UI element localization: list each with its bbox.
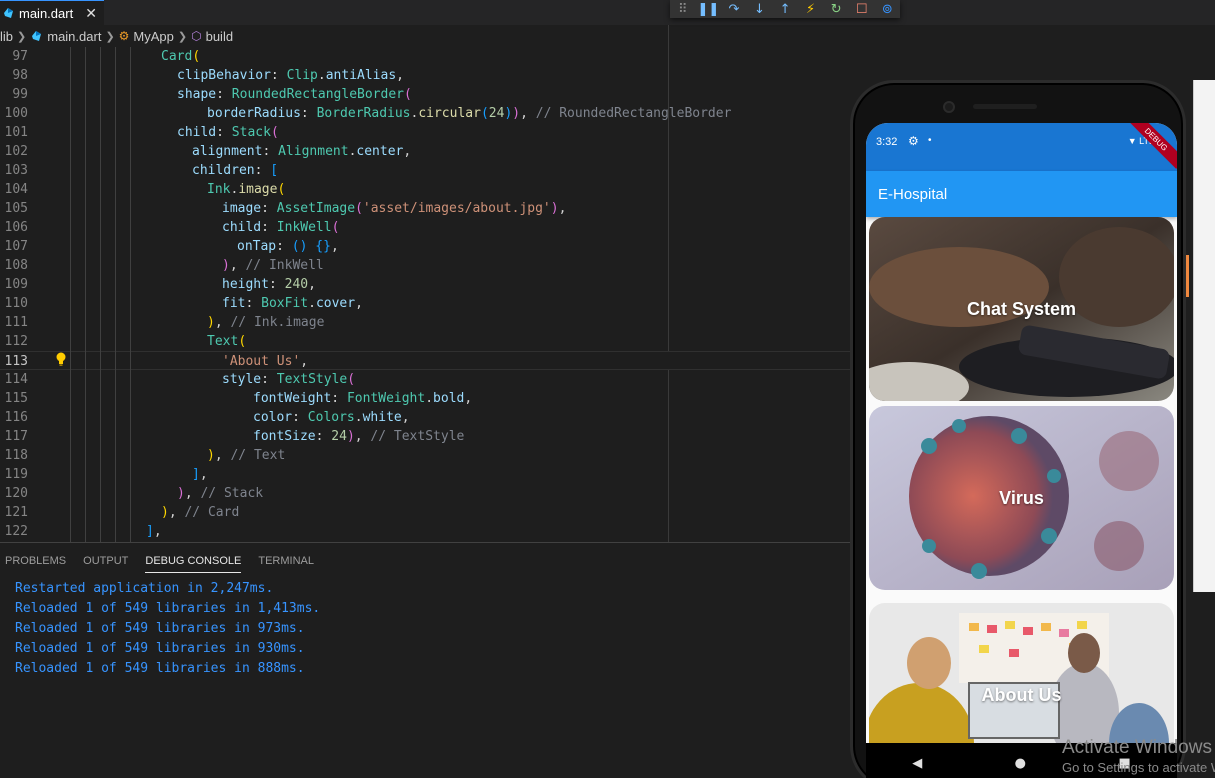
code-line: 110 fit: BoxFit.cover, [4,296,363,311]
indent-guide [130,47,131,542]
hot-reload-icon[interactable]: ⚡ [798,0,824,18]
console-line: Restarted application in 2,247ms. [15,581,274,596]
code-line: 117 fontSize: 24), // TextStyle [4,429,465,444]
card-virus[interactable]: Virus [869,406,1174,590]
stop-icon[interactable]: ☐ [849,0,875,18]
code-line: 108), // InkWell [4,258,324,273]
panel-tabs: PROBLEMS OUTPUT DEBUG CONSOLE TERMINAL [0,551,326,573]
android-emulator: 3:32 ⚙ • ▼ LTE DEBUG E-Hospital Chat Sys… [850,80,1190,778]
code-line: 99 shape: RoundedRectangleBorder( [12,87,412,102]
code-line: 103 children: [ [4,163,279,178]
breadcrumb: lib ❯ main.dart ❯ ⚙ MyApp ❯ ⬡ build [0,25,860,47]
code-line: 104 Ink.image( [4,182,286,197]
lightbulb-icon[interactable] [55,352,67,366]
indent-guide [85,47,86,542]
home-icon[interactable]: ● [1015,756,1026,771]
drag-handle-icon[interactable]: ⠿ [670,0,696,18]
method-icon: ⬡ [191,29,202,43]
tab-problems[interactable]: PROBLEMS [5,551,66,573]
indent-guide [115,47,116,542]
speaker-grille [973,104,1037,109]
editor-tab-bar: main.dart ✕ [0,0,1215,25]
tab-main-dart[interactable]: main.dart ✕ [0,0,104,25]
wifi-icon: ▼ [1127,136,1137,146]
close-tab-icon[interactable]: ✕ [85,5,97,22]
code-line: 121), // Card [4,505,240,520]
pause-icon[interactable]: ❚❚ [696,0,722,18]
camera-icon [943,101,955,113]
step-into-icon[interactable]: ↓ [747,0,773,18]
indent-guide [100,47,101,542]
class-icon: ⚙ [118,29,130,43]
breadcrumb-build[interactable]: build [206,29,233,44]
code-line: 118), // Text [4,448,286,463]
code-line: 122], [4,524,162,539]
card-chat-system[interactable]: Chat System [869,217,1174,401]
code-line-active: 113 'About Us', [0,351,860,370]
breadcrumb-lib[interactable]: lib [0,29,13,44]
code-line: 111), // Ink.image [4,315,325,330]
phone-screen[interactable]: 3:32 ⚙ • ▼ LTE DEBUG E-Hospital Chat Sys… [866,123,1177,778]
tab-output[interactable]: OUTPUT [83,551,128,573]
app-bar: E-Hospital [866,171,1177,217]
chevron-right-icon: ❯ [177,30,188,43]
emulator-side-panel [1193,80,1215,592]
code-line: 109 height: 240, [4,277,316,292]
app-title: E-Hospital [878,185,948,203]
code-line: 119], [4,467,208,482]
console-line: Reloaded 1 of 549 libraries in 930ms. [15,641,305,656]
step-out-icon[interactable]: ↑ [772,0,798,18]
code-line: 114 style: TextStyle( [4,372,356,387]
breadcrumb-main-dart[interactable]: main.dart [47,29,101,44]
status-bar: 3:32 ⚙ • ▼ LTE DEBUG [866,123,1177,171]
watermark-subtitle: Go to Settings to activate Windows. [1062,760,1215,775]
notification-dot-icon: • [928,135,932,146]
bottom-panel: PROBLEMS OUTPUT DEBUG CONSOLE TERMINAL R… [0,542,860,778]
indent-guide [70,47,71,542]
code-line: 101 child: Stack( [4,125,279,140]
dart-file-icon [4,8,13,18]
devtools-icon[interactable]: ⊚ [875,0,901,18]
chevron-right-icon: ❯ [105,30,115,43]
console-line: Reloaded 1 of 549 libraries in 973ms. [15,621,305,636]
console-line: Reloaded 1 of 549 libraries in 888ms. [15,661,305,676]
activate-windows-watermark: Activate Windows Go to Settings to activ… [1062,737,1215,775]
settings-icon: ⚙ [908,134,919,148]
dart-file-icon [32,31,42,41]
phone-frame: 3:32 ⚙ • ▼ LTE DEBUG E-Hospital Chat Sys… [850,80,1186,778]
card-label: Virus [999,487,1044,508]
card-label: Chat System [966,298,1077,319]
tab-debug-console[interactable]: DEBUG CONSOLE [145,551,242,573]
chevron-right-icon: ❯ [17,30,27,43]
back-icon[interactable]: ◀ [912,756,922,771]
code-line: 112 Text( [4,334,247,349]
restart-icon[interactable]: ↻ [823,0,849,18]
breadcrumb-myapp[interactable]: MyApp [133,29,173,44]
debug-console-output: Restarted application in 2,247ms. Reload… [15,579,320,679]
code-line: 97 Card( [12,49,201,64]
step-over-icon[interactable]: ↷ [721,0,747,18]
code-line: 106 child: InkWell( [4,220,340,235]
code-line: 105 image: AssetImage('asset/images/about… [4,201,567,216]
code-line: 102 alignment: Alignment.center, [4,144,412,159]
debug-toolbar: ⠿ ❚❚ ↷ ↓ ↑ ⚡ ↻ ☐ ⊚ [670,0,900,18]
status-time: 3:32 [876,136,898,148]
code-line: 116 color: Colors.white, [4,410,410,425]
tab-terminal[interactable]: TERMINAL [258,551,314,573]
console-line: Reloaded 1 of 549 libraries in 1,413ms. [15,601,321,616]
code-line: 98 clipBehavior: Clip.antiAlias, [12,68,404,83]
watermark-title: Activate Windows [1062,737,1212,758]
code-line: 115 fontWeight: FontWeight.bold, [4,391,473,406]
code-editor[interactable]: 97 Card( 98 clipBehavior: Clip.antiAlias, … [0,47,860,542]
tab-filename: main.dart [19,5,74,21]
code-line: 107 onTap: () {}, [4,239,339,254]
code-line: 120), // Stack [4,486,264,501]
code-line: 100 borderRadius: BorderRadius.circular(2… [4,106,732,121]
